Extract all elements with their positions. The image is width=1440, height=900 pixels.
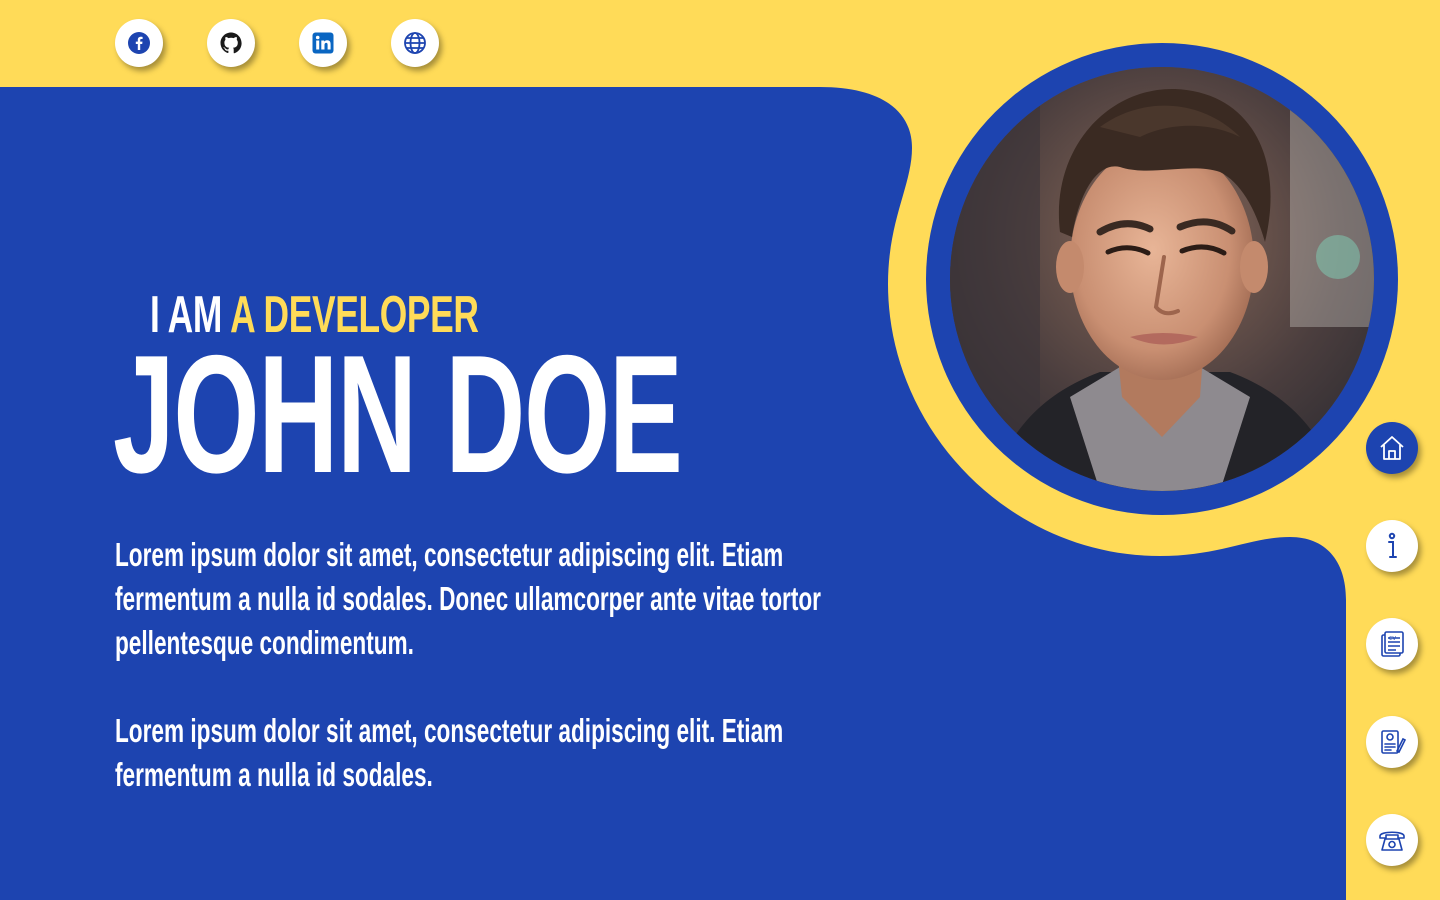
website-button[interactable] xyxy=(391,19,439,67)
globe-icon xyxy=(404,32,426,54)
nav-about-button[interactable] xyxy=(1366,520,1418,572)
side-navigation: CV xyxy=(1366,422,1418,866)
facebook-button[interactable] xyxy=(115,19,163,67)
hero-name: JOHN DOE xyxy=(113,320,683,508)
linkedin-button[interactable] xyxy=(299,19,347,67)
github-button[interactable] xyxy=(207,19,255,67)
nav-resume-button[interactable]: CV xyxy=(1366,618,1418,670)
portrait-illustration xyxy=(950,67,1374,491)
cv-icon: CV xyxy=(1381,631,1404,657)
svg-text:CV: CV xyxy=(1389,636,1396,642)
nav-home-button[interactable] xyxy=(1366,422,1418,474)
phone-icon xyxy=(1379,831,1405,851)
info-icon xyxy=(1388,532,1397,558)
nav-certificates-button[interactable] xyxy=(1366,716,1418,768)
bio-paragraph-2: Lorem ipsum dolor sit amet, consectetur … xyxy=(115,712,784,793)
home-icon xyxy=(1380,436,1404,460)
linkedin-icon xyxy=(312,32,334,54)
bio-paragraph-1: Lorem ipsum dolor sit amet, consectetur … xyxy=(115,536,821,661)
facebook-icon xyxy=(128,32,150,54)
nav-contact-button[interactable] xyxy=(1366,814,1418,866)
social-links xyxy=(115,19,439,67)
profile-frame xyxy=(926,43,1398,515)
github-icon xyxy=(220,32,242,54)
portfolio-page: I AM A DEVELOPER JOHN DOE Lorem ipsum do… xyxy=(0,0,1440,900)
profile-photo xyxy=(950,67,1374,491)
certificate-icon xyxy=(1381,730,1407,754)
